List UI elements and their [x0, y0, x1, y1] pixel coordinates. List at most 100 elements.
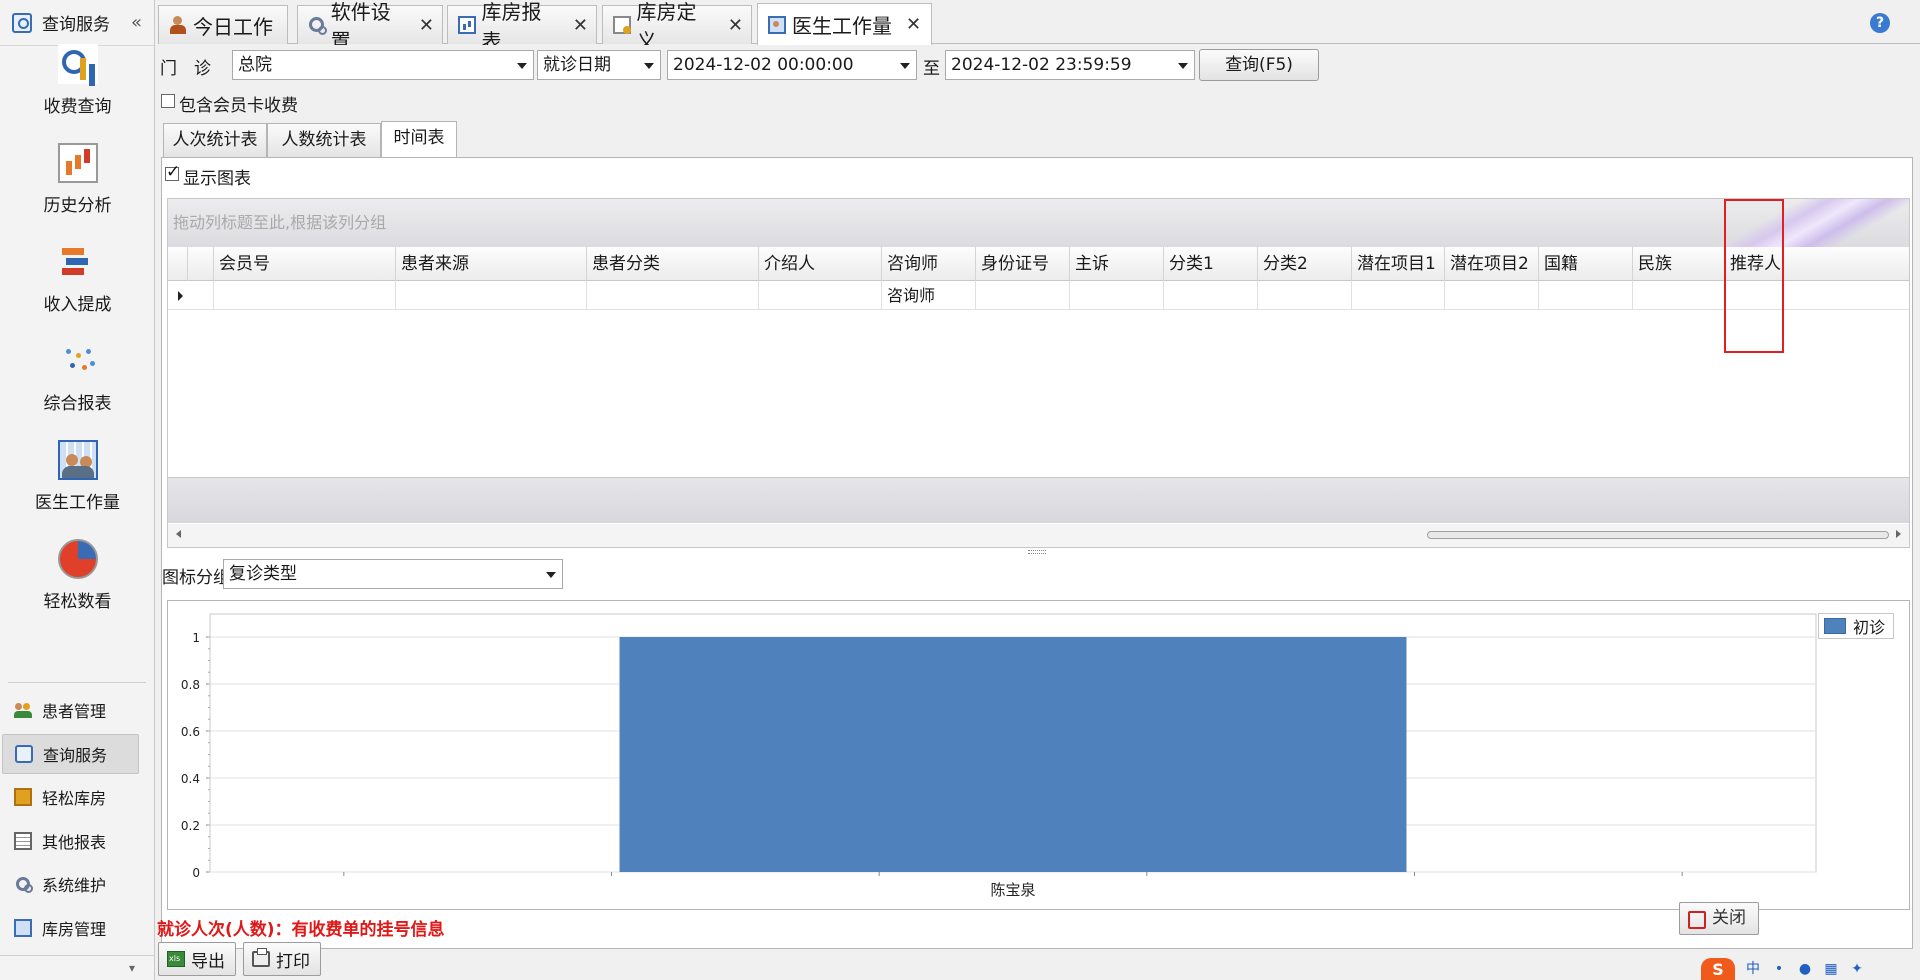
- scroll-left-icon[interactable]: [176, 530, 181, 538]
- date-type-select[interactable]: 就诊日期: [537, 50, 661, 80]
- sidebar-more-icon[interactable]: ▾: [0, 955, 155, 980]
- splitter-handle[interactable]: [1028, 550, 1046, 554]
- patients-icon: [14, 701, 32, 719]
- row-indicator-header: [168, 247, 188, 281]
- excel-icon: [167, 951, 185, 967]
- column-header[interactable]: 会员号: [214, 247, 396, 281]
- microphone-icon[interactable]: ●: [1797, 961, 1813, 977]
- document-tab[interactable]: 今日工作: [158, 5, 288, 44]
- report-subtab[interactable]: 人数统计表: [267, 123, 381, 157]
- sidebar-nav-item-label: 其他报表: [42, 832, 107, 852]
- sidebar-big-item[interactable]: 历史分析: [0, 130, 155, 229]
- column-header[interactable]: 潜在项目2: [1445, 247, 1539, 281]
- table-cell[interactable]: [976, 281, 1070, 310]
- punctuation-icon[interactable]: •: [1771, 961, 1787, 977]
- scroll-right-icon[interactable]: [1896, 530, 1901, 538]
- report-subtab[interactable]: 时间表: [381, 121, 457, 158]
- sidebar-big-item-label: 医生工作量: [35, 493, 120, 513]
- table-cell[interactable]: [1352, 281, 1445, 310]
- y-tick-label: 0.6: [181, 725, 200, 739]
- column-header[interactable]: 身份证号: [976, 247, 1070, 281]
- document-tab[interactable]: 医生工作量 ✕: [757, 3, 932, 45]
- show-chart-checkbox[interactable]: [165, 162, 180, 182]
- column-header[interactable]: 分类1: [1164, 247, 1258, 281]
- chart-group-select[interactable]: 复诊类型: [223, 559, 563, 589]
- close-tab-icon[interactable]: ✕: [419, 15, 434, 36]
- table-cell[interactable]: [1070, 281, 1164, 310]
- sidebar-nav-item[interactable]: 轻松库房: [2, 777, 139, 817]
- table-cell[interactable]: [587, 281, 759, 310]
- table-cell[interactable]: [1445, 281, 1539, 310]
- close-tab-icon[interactable]: ✕: [728, 15, 743, 36]
- sidebar-nav-item[interactable]: 其他报表: [2, 821, 139, 861]
- definition-icon: [613, 16, 631, 34]
- close-tab-icon[interactable]: ✕: [573, 15, 588, 36]
- document-tab[interactable]: 库房定义 ✕: [602, 0, 752, 53]
- column-header[interactable]: 患者分类: [587, 247, 759, 281]
- export-button[interactable]: 导出: [158, 942, 236, 976]
- expand-cell: [188, 281, 214, 310]
- sidebar-big-item[interactable]: 收费查询: [0, 31, 155, 130]
- member-card-checkbox[interactable]: [161, 94, 175, 108]
- sidebar-nav-item[interactable]: 库房管理: [2, 908, 139, 948]
- table-cell[interactable]: 咨询师: [882, 281, 976, 310]
- help-icon[interactable]: ?: [1870, 13, 1890, 33]
- column-header[interactable]: 潜在项目1: [1352, 247, 1445, 281]
- end-datetime-picker[interactable]: 2024-12-02 23:59:59: [945, 50, 1195, 80]
- close-tab-icon[interactable]: ✕: [906, 14, 921, 35]
- sidebar-big-item[interactable]: 综合报表: [0, 328, 155, 427]
- scrollbar-thumb[interactable]: [1427, 531, 1889, 539]
- table-cell[interactable]: [214, 281, 396, 310]
- sidebar-big-item[interactable]: 医生工作量: [0, 427, 155, 526]
- sidebar-big-item-label: 收费查询: [43, 97, 112, 117]
- dept-select[interactable]: 总院: [232, 50, 534, 80]
- document-tab[interactable]: 软件设置 ✕: [297, 0, 443, 53]
- table-cell[interactable]: [759, 281, 882, 310]
- bar: [619, 637, 1407, 872]
- start-datetime-value: 2024-12-02 00:00:00: [673, 55, 854, 75]
- column-header[interactable]: 咨询师: [882, 247, 976, 281]
- box-icon: [14, 788, 32, 807]
- report-subtab[interactable]: 人次统计表: [163, 123, 267, 157]
- column-header[interactable]: 患者来源: [396, 247, 587, 281]
- start-datetime-picker[interactable]: 2024-12-02 00:00:00: [667, 50, 917, 80]
- ime-mode-icon[interactable]: 中: [1745, 961, 1761, 977]
- grid-header-row: 会员号 患者来源 患者分类 介绍人 咨询师 身份证号 主诉 分类1 分类2 潜在项目1 潜在项目2 国…: [168, 247, 1909, 281]
- sidebar-nav-item[interactable]: 查询服务: [2, 733, 139, 774]
- print-button[interactable]: 打印: [243, 942, 321, 976]
- sidebar-divider: [8, 682, 146, 683]
- collapse-icon[interactable]: «: [131, 12, 154, 33]
- query-button[interactable]: 查询(F5): [1199, 49, 1319, 81]
- sidebar-big-item[interactable]: 收入提成: [0, 229, 155, 328]
- report-icon: [14, 831, 32, 850]
- table-cell[interactable]: [1633, 281, 1725, 310]
- column-header[interactable]: 民族: [1633, 247, 1725, 281]
- column-header[interactable]: 主诉: [1070, 247, 1164, 281]
- chevron-down-icon: [900, 63, 910, 69]
- date-type-value: 就诊日期: [543, 55, 611, 75]
- column-header[interactable]: 国籍: [1539, 247, 1633, 281]
- sidebar-nav-item[interactable]: 系统维护: [2, 864, 139, 904]
- sogou-ime-icon[interactable]: S: [1701, 958, 1735, 980]
- column-header[interactable]: 介绍人: [759, 247, 882, 281]
- keyboard-icon[interactable]: ▦: [1823, 961, 1839, 977]
- end-datetime-value: 2024-12-02 23:59:59: [951, 55, 1132, 75]
- table-cell[interactable]: [396, 281, 587, 310]
- group-by-panel[interactable]: 拖动列标题至此,根据该列分组: [168, 199, 1909, 247]
- table-cell[interactable]: [1539, 281, 1633, 310]
- sidebar-big-item[interactable]: 轻松数看: [0, 526, 155, 625]
- table-row[interactable]: 咨询师: [168, 281, 1909, 310]
- table-cell[interactable]: [1258, 281, 1352, 310]
- close-button[interactable]: 关闭: [1679, 902, 1759, 935]
- sidebar-nav-item[interactable]: 患者管理: [2, 690, 139, 730]
- column-header[interactable]: 分类2: [1258, 247, 1352, 281]
- table-cell[interactable]: [1164, 281, 1258, 310]
- horizontal-scrollbar[interactable]: [168, 524, 1909, 547]
- system-tray: S 中 • ● ▦ ✦: [1697, 958, 1920, 980]
- sidebar-nav-item-label: 库房管理: [42, 920, 107, 939]
- document-tab[interactable]: 库房报表 ✕: [447, 0, 597, 53]
- toolbox-icon[interactable]: ✦: [1849, 961, 1865, 977]
- chevron-down-icon: [1178, 63, 1188, 69]
- legend-label: 初诊: [1852, 618, 1885, 637]
- chart-area: 0 0.2 0.4 0.6 0.8 1 陈宝泉 初诊: [167, 600, 1910, 910]
